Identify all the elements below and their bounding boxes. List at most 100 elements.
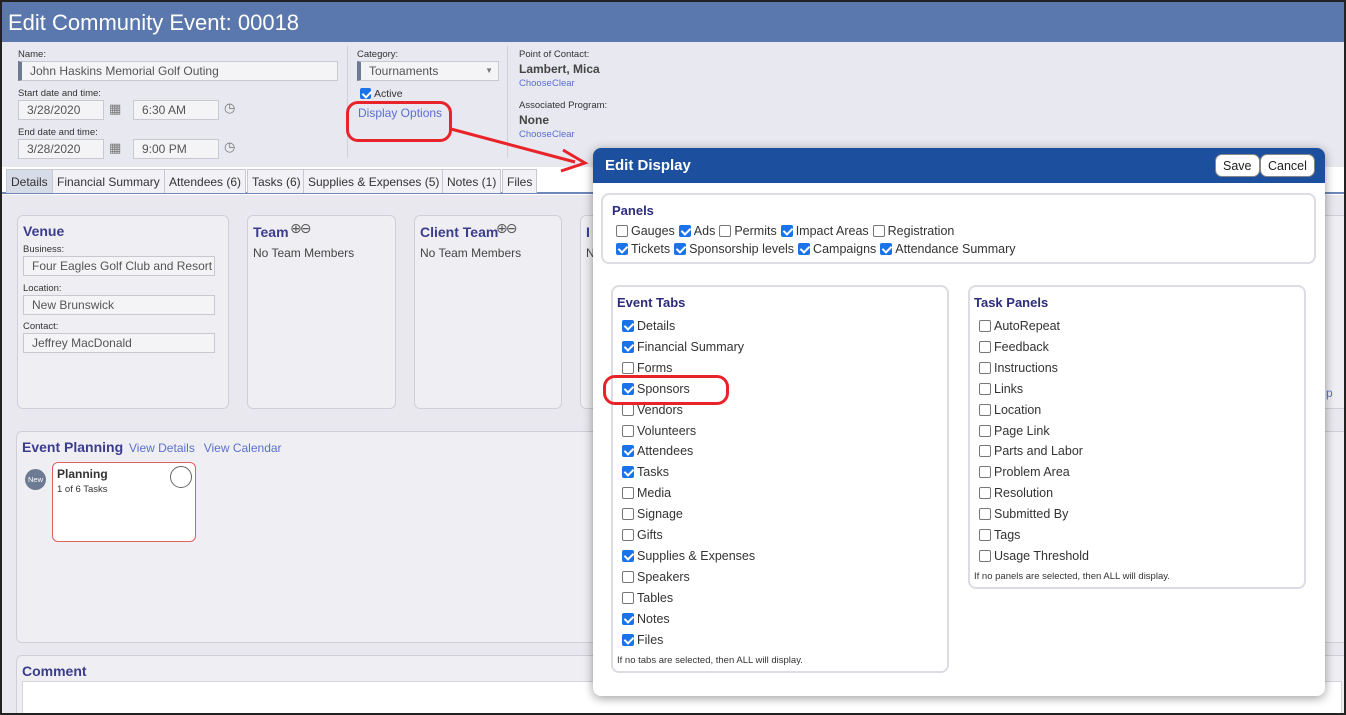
panel-option-sponsorship-levels[interactable]: Sponsorship levels	[674, 242, 794, 256]
checkbox[interactable]	[719, 225, 732, 237]
panel-option-campaigns[interactable]: Campaigns	[798, 242, 876, 256]
checkbox[interactable]	[798, 243, 811, 255]
screen-frame: Edit Community Event: 00018 Name: John H…	[0, 0, 1346, 715]
checkbox[interactable]	[979, 403, 991, 416]
checkbox-label: Permits	[734, 224, 777, 238]
save-button[interactable]: Save	[1215, 154, 1260, 177]
task-panel-option-problem-area[interactable]: Problem Area	[979, 465, 1070, 481]
task-panel-option-page-link[interactable]: Page Link	[979, 424, 1050, 440]
checkbox-label: Feedback	[994, 339, 1049, 354]
checkbox-label: Signage	[637, 507, 683, 522]
checkbox[interactable]	[622, 529, 634, 541]
task-panel-option-autorepeat[interactable]: AutoRepeat	[979, 319, 1060, 335]
task-panel-option-links[interactable]: Links	[979, 382, 1023, 398]
checkbox[interactable]	[979, 361, 991, 374]
task-panel-option-usage-threshold[interactable]: Usage Threshold	[979, 549, 1089, 565]
task-panel-option-feedback[interactable]: Feedback	[979, 340, 1049, 356]
checkbox[interactable]	[979, 508, 991, 521]
checkbox[interactable]	[622, 549, 634, 562]
checkbox[interactable]	[622, 487, 634, 500]
task-panels-group: Task Panels AutoRepeat Feedback Instructio…	[968, 285, 1306, 589]
event-tab-option-supplies-and-expenses[interactable]: Supplies & Expenses	[622, 549, 755, 565]
task-panel-option-resolution[interactable]: Resolution	[979, 486, 1053, 502]
event-tab-option-tasks[interactable]: Tasks	[622, 465, 669, 481]
event-tab-option-notes[interactable]: Notes	[622, 612, 670, 628]
checkbox[interactable]	[622, 361, 634, 374]
checkbox-label: Volunteers	[637, 423, 697, 438]
checkbox[interactable]	[979, 529, 991, 541]
checkbox[interactable]	[622, 340, 634, 353]
checkbox[interactable]	[678, 225, 691, 237]
event-tab-option-files[interactable]: Files	[622, 633, 663, 649]
panel-option-tickets[interactable]: Tickets	[616, 242, 670, 256]
checkbox-label: Media	[637, 486, 672, 501]
task-panel-option-instructions[interactable]: Instructions	[979, 361, 1058, 377]
checkbox[interactable]	[674, 243, 687, 255]
checkbox[interactable]	[622, 633, 634, 646]
task-panels-title: Task Panels	[974, 295, 1049, 310]
checkbox-label: Attendance Summary	[895, 242, 1016, 256]
event-tab-option-financial-summary[interactable]: Financial Summary	[622, 340, 744, 356]
task-panels-note: If no panels are selected, then ALL will…	[974, 571, 1170, 582]
event-tab-option-volunteers[interactable]: Volunteers	[622, 424, 696, 440]
checkbox[interactable]	[616, 225, 628, 237]
checkbox[interactable]	[622, 570, 634, 583]
checkbox[interactable]	[979, 466, 991, 479]
event-tab-option-gifts[interactable]: Gifts	[622, 528, 663, 544]
checkbox-label: Attendees	[637, 444, 694, 459]
event-tab-option-details[interactable]: Details	[622, 319, 675, 335]
checkbox-label: Ads	[693, 224, 716, 238]
checkbox-label: Notes	[637, 611, 670, 626]
event-tab-option-tables[interactable]: Tables	[622, 591, 673, 607]
checkbox[interactable]	[872, 225, 885, 237]
checkbox[interactable]	[622, 445, 634, 458]
checkbox[interactable]	[622, 591, 634, 604]
panel-option-impact-areas[interactable]: Impact Areas	[780, 224, 869, 238]
event-tabs-group: Event Tabs Details Financial Summary Forms…	[611, 285, 949, 673]
checkbox[interactable]	[979, 320, 991, 332]
checkbox[interactable]	[622, 466, 634, 479]
checkbox-label: Problem Area	[994, 465, 1070, 480]
checkbox-label: Sponsorship levels	[689, 242, 795, 256]
event-tab-option-signage[interactable]: Signage	[622, 507, 683, 523]
checkbox[interactable]	[979, 340, 991, 353]
checkbox[interactable]	[622, 508, 634, 521]
event-tab-option-attendees[interactable]: Attendees	[622, 444, 693, 460]
task-panel-option-submitted-by[interactable]: Submitted By	[979, 507, 1068, 523]
checkbox[interactable]	[979, 382, 991, 395]
checkbox-label: Instructions	[994, 360, 1058, 375]
checkbox[interactable]	[616, 243, 628, 255]
checkbox[interactable]	[880, 243, 893, 255]
checkbox-label: Resolution	[994, 486, 1054, 501]
dialog-title: Edit Display	[605, 157, 691, 174]
event-tab-option-speakers[interactable]: Speakers	[622, 570, 690, 586]
checkbox[interactable]	[622, 612, 634, 625]
checkbox[interactable]	[780, 225, 793, 237]
task-panel-option-tags[interactable]: Tags	[979, 528, 1020, 544]
panels-group: Panels Gauges Ads Permits Impact Areas Regis…	[601, 193, 1316, 264]
checkbox-label: Tables	[637, 590, 674, 605]
checkbox[interactable]	[979, 487, 991, 500]
panel-option-gauges[interactable]: Gauges	[616, 224, 675, 238]
checkbox-label: Files	[637, 632, 664, 647]
edit-display-dialog: Edit Display Save Cancel Panels Gauges Ad…	[593, 148, 1325, 696]
checkbox-label: Registration	[887, 224, 955, 238]
checkbox-label: Gauges	[631, 224, 675, 238]
panel-option-ads[interactable]: Ads	[678, 224, 716, 238]
checkbox-label: Parts and Labor	[994, 444, 1083, 459]
checkbox-label: Links	[994, 381, 1024, 396]
cancel-button[interactable]: Cancel	[1260, 154, 1315, 177]
checkbox[interactable]	[622, 403, 634, 416]
panel-option-permits[interactable]: Permits	[719, 224, 777, 238]
checkbox-label: Campaigns	[813, 242, 877, 256]
event-tab-option-media[interactable]: Media	[622, 486, 671, 502]
checkbox[interactable]	[622, 320, 634, 332]
panel-option-registration[interactable]: Registration	[872, 224, 955, 238]
panel-option-attendance-summary[interactable]: Attendance Summary	[880, 242, 1015, 256]
checkbox[interactable]	[622, 424, 634, 437]
task-panel-option-parts-and-labor[interactable]: Parts and Labor	[979, 444, 1083, 460]
checkbox[interactable]	[979, 549, 991, 562]
checkbox[interactable]	[979, 424, 991, 437]
checkbox[interactable]	[979, 445, 991, 458]
task-panel-option-location[interactable]: Location	[979, 403, 1041, 419]
